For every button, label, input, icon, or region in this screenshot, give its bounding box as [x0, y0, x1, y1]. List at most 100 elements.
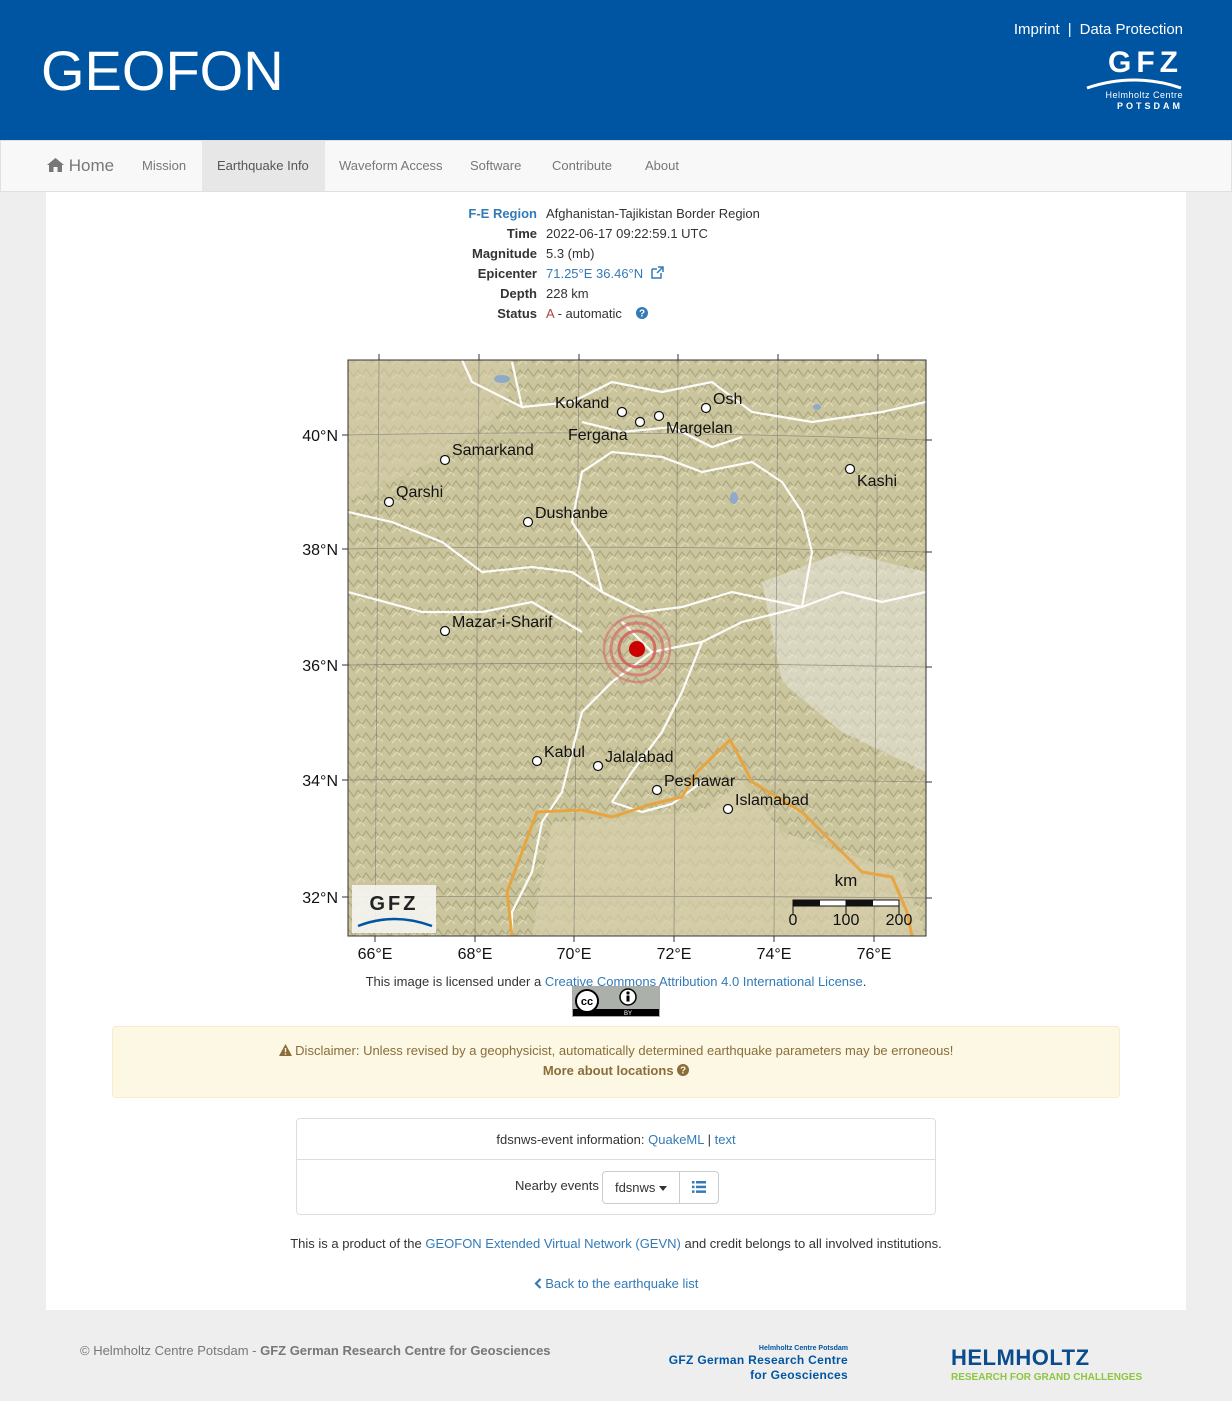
nav-contribute[interactable]: Contribute	[537, 141, 627, 191]
cc-text: cc	[581, 996, 593, 1008]
scale-tick-0: 0	[789, 912, 798, 929]
more-about-locations-link[interactable]: More about locations ?	[113, 1063, 1119, 1078]
fe-region-label[interactable]: F-E Region	[468, 204, 537, 224]
lon-label-76e: 76°E	[857, 946, 892, 963]
nearby-list-button[interactable]	[679, 1171, 719, 1204]
footer-gfz-logo[interactable]: Helmholtz Centre Potsdam GFZ German Rese…	[652, 1344, 848, 1382]
lon-label-68e: 68°E	[458, 946, 493, 963]
epicenter-link[interactable]: 71.25°E 36.46°N	[546, 266, 643, 281]
footer-helmholtz-logo[interactable]: HELMHOLTZ RESEARCH FOR GRAND CHALLENGES	[951, 1346, 1142, 1384]
lat-label-34n: 34°N	[302, 773, 338, 790]
helmholtz-text: HELMHOLTZ	[951, 1345, 1090, 1370]
nearby-source-value: fdsnws	[614, 1180, 656, 1195]
city-kashi: Kashi	[857, 473, 897, 490]
city-dot-kokand	[616, 406, 628, 418]
footer-gfz-line2: for Geosciences	[750, 1368, 848, 1382]
map-logo-text: GFZ	[370, 893, 419, 915]
top-links: Imprint | Data Protection	[1014, 21, 1183, 38]
nav-mission[interactable]: Mission	[127, 141, 201, 191]
city-dot-fergana	[634, 416, 646, 428]
status-label: Status	[497, 306, 537, 321]
magnitude-value: 5.3 (mb)	[546, 246, 595, 261]
time-label: Time	[506, 226, 537, 241]
magnitude-label: Magnitude	[472, 246, 537, 261]
disclaimer-line: Disclaimer: Unless revised by a geophysi…	[113, 1043, 1119, 1058]
status-code: A	[546, 306, 554, 321]
question-circle-icon: ?	[677, 1064, 690, 1077]
product-suffix: and credit belongs to all involved insti…	[680, 1236, 942, 1251]
nav-home-label: Home	[68, 156, 115, 175]
data-protection-link[interactable]: Data Protection	[1080, 21, 1183, 38]
nav-earthquake-info[interactable]: Earthquake Info	[202, 141, 325, 191]
footer-gfz-line1: GFZ German Research Centre	[668, 1353, 848, 1367]
back-link-row: Back to the earthquake list	[46, 1276, 1186, 1291]
gevn-link[interactable]: GEOFON Extended Virtual Network (GEVN)	[425, 1236, 681, 1251]
lon-label-74e: 74°E	[757, 946, 792, 963]
city-kabul: Kabul	[544, 744, 585, 761]
nav-home[interactable]: Home	[32, 141, 129, 191]
nav-software[interactable]: Software	[455, 141, 536, 191]
lat-label-38n: 38°N	[302, 542, 338, 559]
city-dot-margelan	[653, 410, 665, 422]
license-suffix: .	[862, 974, 867, 989]
license-prefix: This image is licensed under a	[365, 974, 545, 989]
city-osh: Osh	[713, 391, 742, 408]
lon-label-72e: 72°E	[657, 946, 692, 963]
lon-label-70e: 70°E	[557, 946, 592, 963]
quakeml-link[interactable]: QuakeML	[648, 1132, 704, 1147]
by-text: BY	[624, 1011, 632, 1016]
nav-waveform-access[interactable]: Waveform Access	[324, 141, 458, 191]
status-value: A - automatic ?	[546, 304, 648, 324]
status-text: - automatic	[553, 306, 622, 321]
city-dot-kabul	[531, 755, 543, 767]
site-brand[interactable]: GEOFON	[41, 38, 284, 103]
city-jalalabad: Jalalabad	[605, 749, 674, 766]
fe-region-value: Afghanistan-Tajikistan Border Region	[546, 206, 760, 221]
lat-label-40n: 40°N	[302, 428, 338, 445]
home-icon	[47, 158, 64, 172]
city-mazar-i-sharif: Mazar-i-Sharif	[452, 614, 553, 631]
more-about-locations-label: More about locations	[542, 1063, 674, 1078]
city-samarkand: Samarkand	[452, 442, 534, 459]
fdsn-label: fdsnws-event information:	[496, 1132, 645, 1147]
city-dot-islamabad	[722, 803, 734, 815]
fdsn-info-row: fdsnws-event information: QuakeML | text	[297, 1119, 935, 1160]
city-dot-dushanbe	[522, 516, 534, 528]
nearby-source-dropdown[interactable]: fdsnws	[602, 1171, 680, 1204]
external-link-icon[interactable]	[651, 266, 664, 279]
row-magnitude: Magnitude 5.3 (mb)	[46, 244, 1186, 264]
text-link[interactable]: text	[715, 1132, 736, 1147]
time-value: 2022-06-17 09:22:59.1 UTC	[546, 226, 708, 241]
footer-copy-prefix: © Helmholtz Centre Potsdam -	[80, 1343, 261, 1358]
city-islamabad: Islamabad	[735, 792, 809, 809]
nav-about[interactable]: About	[630, 141, 694, 191]
warning-icon	[278, 1044, 292, 1056]
city-dushanbe: Dushanbe	[535, 505, 608, 522]
chevron-left-icon	[534, 1278, 541, 1289]
product-prefix: This is a product of the	[290, 1236, 426, 1251]
nearby-events-label: Nearby events	[515, 1178, 599, 1193]
row-depth: Depth 228 km	[46, 284, 1186, 304]
cc-by-badge[interactable]: cc BY	[572, 986, 660, 1017]
event-map: 40°N 38°N 36°N 34°N 32°N 66°E 68°E 70°E …	[282, 352, 942, 982]
lat-label-36n: 36°N	[302, 658, 338, 675]
back-to-list-link[interactable]: Back to the earthquake list	[534, 1276, 699, 1291]
svg-text:?: ?	[638, 309, 644, 320]
disclaimer-alert: Disclaimer: Unless revised by a geophysi…	[112, 1026, 1120, 1098]
row-time: Time 2022-06-17 09:22:59.1 UTC	[46, 224, 1186, 244]
epicenter-label: Epicenter	[477, 266, 537, 281]
scale-unit: km	[835, 871, 858, 890]
gfz-logo[interactable]: GFZ Helmholtz Centre POTSDAM	[1083, 48, 1183, 124]
imprint-link[interactable]: Imprint	[1014, 21, 1060, 38]
lat-label-32n: 32°N	[302, 890, 338, 907]
scale-tick-100: 100	[833, 912, 860, 929]
help-icon[interactable]: ?	[635, 307, 648, 320]
disclaimer-text: Disclaimer: Unless revised by a geophysi…	[295, 1043, 954, 1058]
footer-copyright: © Helmholtz Centre Potsdam - GFZ German …	[80, 1343, 551, 1358]
product-credit: This is a product of the GEOFON Extended…	[46, 1236, 1186, 1251]
cc-by-icon: cc BY	[573, 987, 659, 1017]
scale-tick-200: 200	[886, 912, 913, 929]
gfz-logo-sub2: POTSDAM	[1117, 101, 1183, 111]
back-to-list-label: Back to the earthquake list	[545, 1276, 699, 1291]
nearby-events-row: Nearby events fdsnws	[297, 1160, 935, 1215]
